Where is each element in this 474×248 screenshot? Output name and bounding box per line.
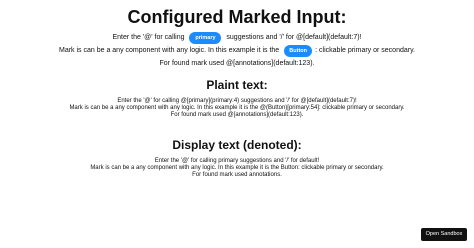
- primary-mark-pill[interactable]: primary: [189, 31, 222, 44]
- plain-text-line: For found mark used @[annotations](defau…: [170, 112, 304, 118]
- page-title: Configured Marked Input:: [127, 7, 347, 27]
- display-text-line: Mark is can be a any component with any …: [90, 165, 384, 171]
- marked-input-text: : clickable primary or secondary.: [315, 46, 416, 54]
- open-sandbox-button[interactable]: Open Sandbox: [421, 228, 467, 241]
- marked-input-text: Mark is can be a any component with any …: [58, 46, 282, 54]
- plain-text-line: Mark is can be a any component with any …: [69, 105, 405, 111]
- marked-input[interactable]: Enter the '@' for calling primary sugges…: [0, 31, 474, 70]
- button-mark-pill[interactable]: Button: [284, 44, 313, 57]
- marked-input-text: For found mark used @[annotations](defau…: [159, 59, 315, 67]
- marked-input-text: suggestions and '/' for @[default](defau…: [224, 33, 362, 41]
- display-text-line: Enter the '@' for calling primary sugges…: [154, 158, 320, 164]
- marked-input-line-3: For found mark used @[annotations](defau…: [0, 57, 474, 70]
- marked-input-line-2: Mark is can be a any component with any …: [0, 44, 474, 57]
- marked-input-text: Enter the '@' for calling: [112, 33, 187, 41]
- marked-input-line-1: Enter the '@' for calling primary sugges…: [0, 31, 474, 44]
- display-text-line: For found mark used annotations.: [192, 172, 282, 178]
- plain-text-line: Enter the '@' for calling @[primary](pri…: [117, 98, 357, 104]
- plain-text-block: Enter the '@' for calling @[primary](pri…: [0, 98, 474, 119]
- display-text-block: Enter the '@' for calling primary sugges…: [0, 158, 474, 179]
- page: Configured Marked Input: Enter the '@' f…: [0, 0, 474, 248]
- plain-text-heading: Plaint text:: [206, 78, 268, 92]
- display-text-heading: Display text (denoted):: [172, 138, 302, 152]
